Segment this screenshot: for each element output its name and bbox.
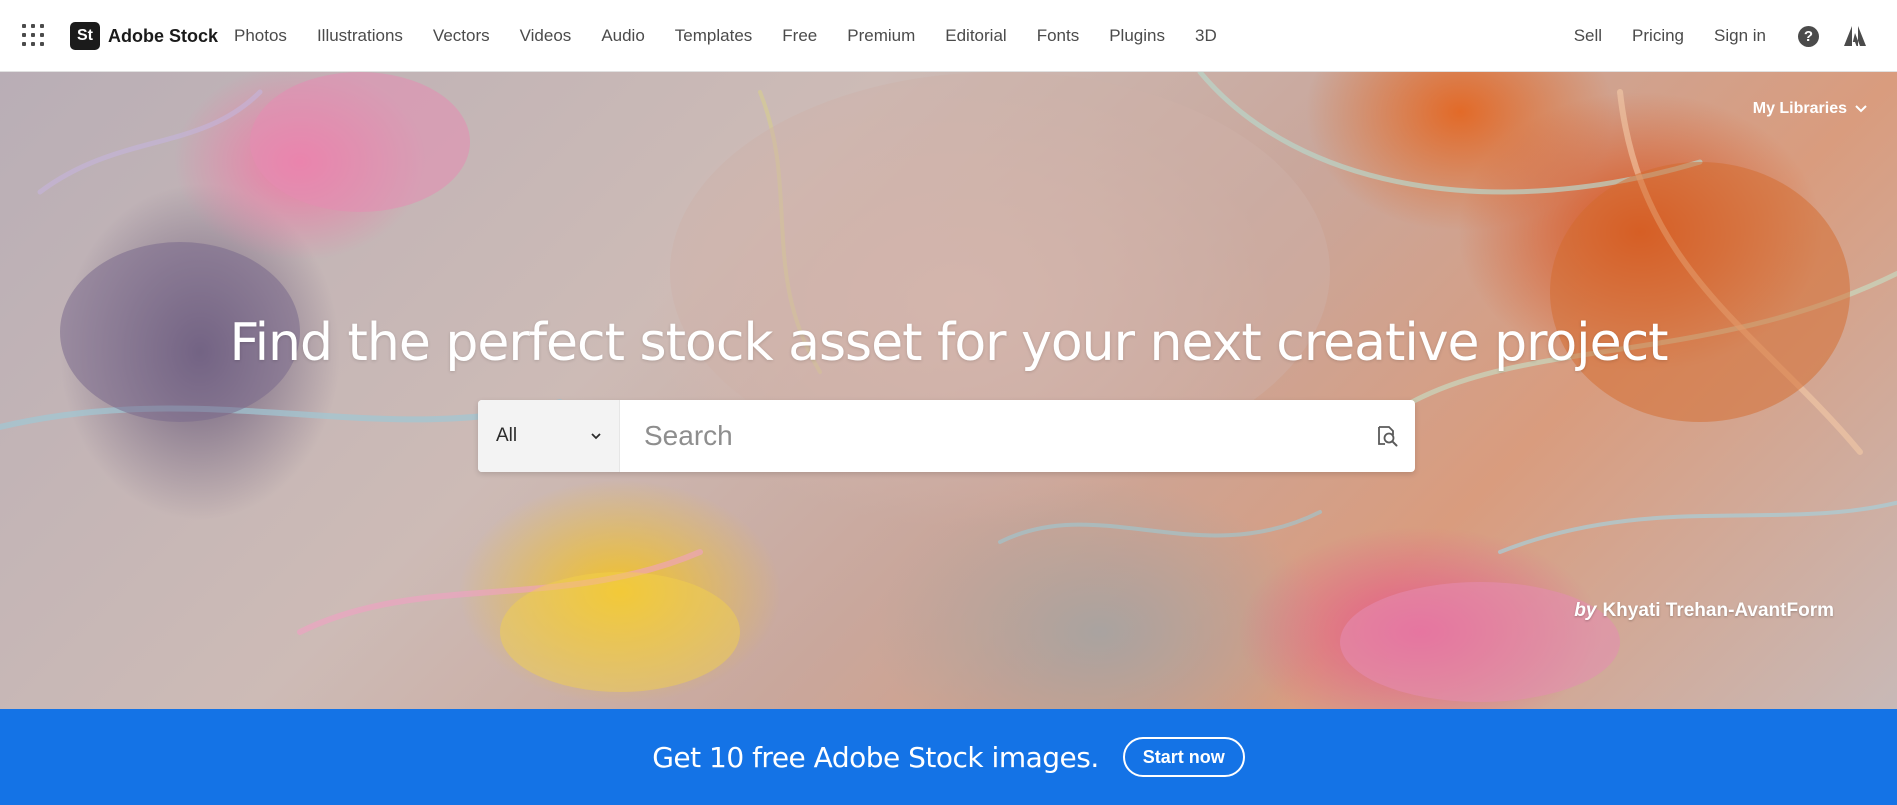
apps-grid-icon[interactable]	[22, 24, 44, 46]
help-icon[interactable]: ?	[1798, 25, 1819, 47]
nav-premium[interactable]: Premium	[847, 26, 915, 46]
nav-illustrations[interactable]: Illustrations	[317, 26, 403, 46]
account-nav: Sell Pricing Sign in ?	[1544, 0, 1867, 72]
brand-name: Adobe Stock	[108, 25, 219, 46]
my-libraries-button[interactable]: My Libraries	[1753, 100, 1867, 118]
chevron-down-icon	[591, 432, 601, 439]
category-select-value: All	[496, 425, 518, 446]
free-images-promo: Get 10 free Adobe Stock images. Start no…	[0, 709, 1897, 805]
category-select[interactable]: All	[478, 400, 620, 472]
nav-pricing[interactable]: Pricing	[1632, 26, 1684, 46]
nav-audio[interactable]: Audio	[601, 26, 644, 46]
visual-search-icon	[1378, 426, 1398, 447]
start-now-button[interactable]: Start now	[1122, 737, 1245, 777]
hero-banner: My Libraries Find the perfect stock asse…	[0, 72, 1897, 709]
category-nav: Photos Illustrations Vectors Videos Audi…	[234, 0, 1247, 72]
nav-photos[interactable]: Photos	[234, 26, 287, 46]
search-input[interactable]	[620, 400, 1359, 472]
nav-editorial[interactable]: Editorial	[945, 26, 1006, 46]
adobe-logo-icon[interactable]	[1843, 25, 1867, 47]
promo-text: Get 10 free Adobe Stock images.	[652, 740, 1099, 774]
chevron-down-icon	[1855, 105, 1867, 113]
adobe-stock-logo[interactable]: St Adobe Stock	[70, 22, 218, 50]
nav-fonts[interactable]: Fonts	[1037, 26, 1080, 46]
search-bar: All	[478, 400, 1415, 472]
nav-templates[interactable]: Templates	[675, 26, 752, 46]
nav-free[interactable]: Free	[782, 26, 817, 46]
nav-vectors[interactable]: Vectors	[433, 26, 490, 46]
nav-3d[interactable]: 3D	[1195, 26, 1217, 46]
nav-videos[interactable]: Videos	[520, 26, 572, 46]
nav-plugins[interactable]: Plugins	[1109, 26, 1165, 46]
hero-title: Find the perfect stock asset for your ne…	[229, 312, 1668, 373]
credit-prefix: by	[1574, 600, 1597, 621]
nav-sell[interactable]: Sell	[1574, 26, 1602, 46]
visual-search-button[interactable]	[1359, 400, 1415, 472]
sign-in-link[interactable]: Sign in	[1714, 26, 1766, 46]
my-libraries-label: My Libraries	[1752, 100, 1847, 117]
artist-credit[interactable]: by Khyati Trehan-AvantForm	[1574, 600, 1834, 622]
stock-logo-icon: St	[70, 22, 100, 50]
credit-name: Khyati Trehan-AvantForm	[1602, 600, 1834, 621]
top-navigation: St Adobe Stock Photos Illustrations Vect…	[0, 0, 1897, 72]
